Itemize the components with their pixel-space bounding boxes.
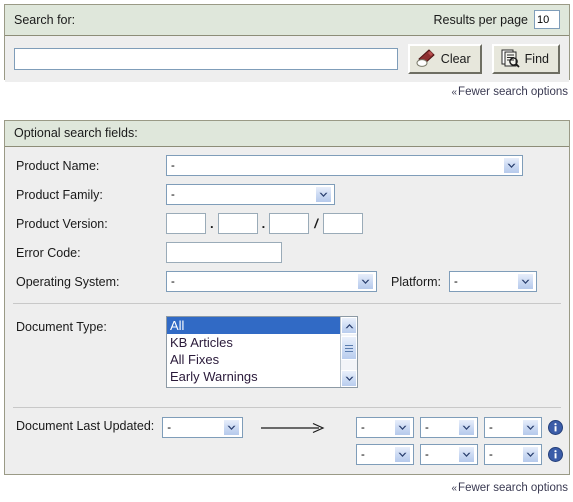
date-row-to: - - - <box>356 444 563 465</box>
eraser-icon <box>415 48 437 71</box>
product-version-patch-input[interactable] <box>269 213 310 234</box>
document-type-label: Document Type: <box>16 320 107 334</box>
from-day-value: - <box>361 421 365 434</box>
from-month-select[interactable]: - <box>420 417 478 438</box>
search-for-label: Search for: <box>14 12 76 27</box>
list-item[interactable]: KB Articles <box>167 334 340 351</box>
to-day-value: - <box>361 448 365 461</box>
optional-panel-header: Optional search fields: <box>5 121 569 147</box>
optional-search-fields-panel: Optional search fields: Product Name: - … <box>4 120 570 475</box>
chevron-down-icon[interactable] <box>394 446 411 463</box>
list-item[interactable]: All <box>167 317 340 334</box>
product-name-value: - <box>171 159 175 172</box>
scroll-up-icon[interactable] <box>341 317 357 334</box>
chevron-down-icon[interactable] <box>522 419 539 436</box>
date-row-from: - - - <box>356 417 563 438</box>
clear-button[interactable]: Clear <box>407 44 482 74</box>
info-icon[interactable] <box>548 420 563 435</box>
fewer-search-options-label-bottom: Fewer search options <box>458 482 568 494</box>
document-last-updated-select[interactable]: - <box>162 417 244 438</box>
from-day-select[interactable]: - <box>356 417 414 438</box>
operating-system-label: Operating System: <box>16 274 120 289</box>
chevron-down-icon[interactable] <box>223 419 241 436</box>
chevron-down-icon[interactable] <box>458 419 475 436</box>
operating-system-value: - <box>171 275 175 288</box>
document-last-updated-label: Document Last Updated: <box>16 419 155 433</box>
document-type-listbox[interactable]: All KB Articles All Fixes Early Warnings <box>166 316 358 388</box>
product-family-label: Product Family: <box>16 187 103 202</box>
from-year-select[interactable]: - <box>484 417 542 438</box>
error-code-label: Error Code: <box>16 245 81 260</box>
version-separator-2: . <box>261 216 266 231</box>
product-name-select[interactable]: - <box>166 155 523 176</box>
chevron-down-icon[interactable] <box>458 446 475 463</box>
to-day-select[interactable]: - <box>356 444 414 465</box>
find-document-icon <box>499 48 521 71</box>
product-name-label: Product Name: <box>16 158 100 173</box>
to-year-select[interactable]: - <box>484 444 542 465</box>
list-item[interactable]: All Fixes <box>167 351 340 368</box>
product-version-build-input[interactable] <box>322 213 363 234</box>
document-type-scrollbar[interactable] <box>340 317 357 387</box>
document-type-row: Document Type: All KB Articles All Fixes… <box>5 304 569 400</box>
date-dropdown-grid: - - - - - - <box>356 417 563 465</box>
scroll-down-icon[interactable] <box>341 370 357 387</box>
to-year-value: - <box>489 448 493 461</box>
product-version-minor-input[interactable] <box>217 213 258 234</box>
product-version-major-input[interactable] <box>166 213 206 234</box>
search-input[interactable] <box>14 48 398 70</box>
find-button-label: Find <box>524 52 549 66</box>
chevron-down-icon[interactable] <box>315 186 332 203</box>
to-month-select[interactable]: - <box>420 444 478 465</box>
product-version-row: Product Version: . . / <box>5 209 569 238</box>
search-panel: Search for: Results per page Clear <box>4 4 570 82</box>
find-button[interactable]: Find <box>491 44 560 74</box>
version-separator-1: . <box>210 216 214 231</box>
error-code-row: Error Code: <box>5 238 569 267</box>
optional-panel-body: Product Name: - Product Family: - Produc… <box>5 147 569 470</box>
range-arrow-icon <box>261 417 327 438</box>
chevron-down-icon[interactable] <box>517 273 535 290</box>
fewer-search-options-label-top: Fewer search options <box>458 86 568 98</box>
error-code-input[interactable] <box>166 242 282 263</box>
clear-button-label: Clear <box>440 52 471 66</box>
product-family-select[interactable]: - <box>166 184 335 205</box>
document-last-updated-row: Document Last Updated: - - - - - - - <box>5 408 569 470</box>
from-year-value: - <box>489 421 493 434</box>
fewer-search-options-link-bottom[interactable]: «Fewer search options <box>451 482 568 494</box>
fewer-search-options-link-top[interactable]: «Fewer search options <box>451 86 568 98</box>
search-panel-body: Clear Find <box>5 36 569 82</box>
chevron-down-icon[interactable] <box>503 157 520 174</box>
results-per-page-input[interactable] <box>534 10 560 29</box>
list-item[interactable]: Early Warnings <box>167 368 340 385</box>
product-name-row: Product Name: - <box>5 151 569 180</box>
from-month-value: - <box>425 421 429 434</box>
results-per-page-label: Results per page <box>433 12 528 27</box>
scrollbar-track[interactable] <box>341 360 357 370</box>
platform-select[interactable]: - <box>449 271 538 292</box>
chevron-down-icon[interactable] <box>394 419 411 436</box>
product-version-label: Product Version: <box>16 216 108 231</box>
thumb-grip-icon <box>345 343 353 354</box>
product-family-value: - <box>171 188 175 201</box>
chevron-down-icon[interactable] <box>522 446 539 463</box>
platform-value: - <box>454 275 458 288</box>
search-panel-header: Search for: Results per page <box>5 5 569 36</box>
info-icon[interactable] <box>548 447 563 462</box>
document-type-options: All KB Articles All Fixes Early Warnings <box>167 317 340 387</box>
operating-system-select[interactable]: - <box>166 271 377 292</box>
scrollbar-thumb[interactable] <box>341 336 357 360</box>
results-per-page-group: Results per page <box>433 10 560 29</box>
chevron-down-icon[interactable] <box>357 273 374 290</box>
to-month-value: - <box>425 448 429 461</box>
operating-system-row: Operating System: - Platform: - <box>5 267 569 296</box>
version-separator-3: / <box>314 216 318 231</box>
document-last-updated-value: - <box>167 421 172 434</box>
platform-label: Platform: <box>391 274 442 289</box>
product-family-row: Product Family: - <box>5 180 569 209</box>
optional-search-fields-title: Optional search fields: <box>14 126 138 140</box>
